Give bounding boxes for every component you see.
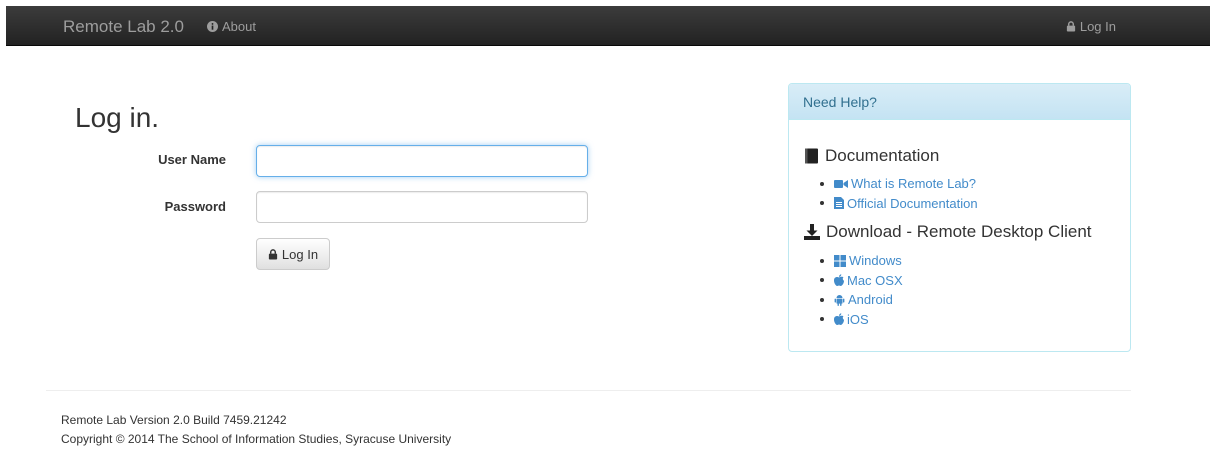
android-icon: [834, 294, 845, 306]
page-title: Log in.: [75, 102, 160, 133]
download-heading: Download - Remote Desktop Client: [804, 222, 1092, 242]
password-input[interactable]: [256, 191, 588, 223]
nav-login-label: Log In: [1079, 19, 1116, 34]
about-link[interactable]: About: [207, 19, 256, 34]
username-label: User Name: [158, 152, 226, 167]
windows-download-link[interactable]: Windows: [834, 253, 902, 268]
list-item: iOS: [820, 310, 903, 330]
apple-icon: [834, 274, 844, 287]
documentation-title: Documentation: [825, 146, 940, 165]
apple-icon: [834, 313, 844, 326]
documentation-heading: Documentation: [804, 146, 939, 166]
about-label: About: [222, 19, 256, 34]
login-button-label: Log In: [281, 246, 319, 262]
windows-icon: [834, 254, 846, 267]
help-panel-heading: Need Help?: [789, 84, 1130, 120]
list-item: Android: [820, 290, 903, 310]
list-item: Windows: [820, 251, 903, 271]
footer-version: Remote Lab Version 2.0 Build 7459.21242: [61, 413, 287, 427]
video-camera-icon: [834, 179, 848, 189]
book-icon: [804, 148, 819, 164]
nav-login-link[interactable]: Log In: [1066, 19, 1116, 34]
file-icon: [834, 197, 844, 210]
download-links: Windows Mac OSX Android iOS: [820, 251, 903, 329]
download-title: Download - Remote Desktop Client: [826, 222, 1092, 241]
what-is-remote-lab-link[interactable]: What is Remote Lab?: [834, 176, 976, 191]
list-item: What is Remote Lab?: [820, 174, 978, 194]
list-item: Official Documentation: [820, 194, 978, 214]
mac-osx-download-link[interactable]: Mac OSX: [834, 273, 903, 288]
list-item: Mac OSX: [820, 271, 903, 291]
info-icon: [207, 21, 218, 32]
password-label: Password: [164, 199, 226, 214]
lock-icon: [268, 248, 278, 260]
brand-link[interactable]: Remote Lab 2.0: [63, 17, 184, 37]
ios-download-link[interactable]: iOS: [834, 312, 869, 327]
android-download-link[interactable]: Android: [834, 292, 893, 307]
username-input[interactable]: [256, 145, 588, 177]
official-documentation-link[interactable]: Official Documentation: [834, 196, 978, 211]
footer-divider: [46, 390, 1131, 391]
footer-copyright: Copyright © 2014 The School of Informati…: [61, 432, 452, 446]
navbar: Remote Lab 2.0 About Log In: [6, 6, 1210, 46]
download-icon: [804, 224, 820, 240]
lock-icon: [1066, 21, 1076, 32]
login-button[interactable]: Log In: [256, 238, 330, 270]
documentation-links: What is Remote Lab? Official Documentati…: [820, 174, 978, 213]
